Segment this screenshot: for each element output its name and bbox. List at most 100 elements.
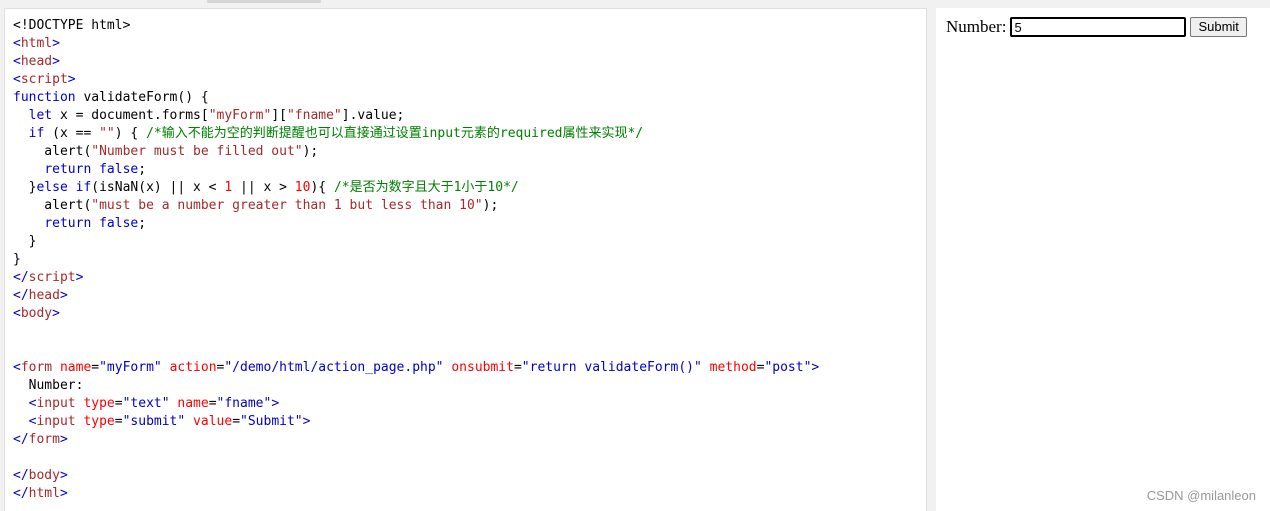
code-token: ) { [114, 126, 147, 141]
code-line: alert("must be a number greater than 1 b… [13, 197, 926, 215]
code-token: > [59, 288, 68, 303]
code-token: form [28, 432, 60, 447]
code-token: (isNaN(x) || x < [91, 180, 225, 195]
demo-form: Number: Submit [946, 17, 1247, 37]
code-token: "Submit" [240, 414, 303, 429]
code-token: return [44, 216, 92, 231]
code-token: type [83, 396, 115, 411]
code-token: 1 [224, 180, 233, 195]
code-token: = [114, 396, 123, 411]
code-token: name [177, 396, 209, 411]
fname-input[interactable] [1010, 17, 1187, 37]
code-line: </script> [13, 269, 926, 287]
code-token: action [169, 360, 217, 375]
code-token: </ [13, 288, 29, 303]
code-token: Number: [13, 378, 84, 393]
code-token: } [13, 234, 37, 249]
code-token: (x == [44, 126, 100, 141]
code-token: > [52, 36, 60, 51]
code-token: ; [138, 162, 147, 177]
code-token: > [59, 432, 68, 447]
code-token: script [20, 72, 68, 87]
code-line: </html> [13, 485, 926, 503]
code-token: > [52, 306, 60, 321]
code-token: || x > [232, 180, 295, 195]
code-token: </ [13, 270, 29, 285]
code-token: </ [13, 486, 29, 501]
result-panel: Number: Submit CSDN @milanleon [936, 8, 1270, 511]
code-token: > [811, 360, 820, 375]
code-token: "return validateForm()" [521, 360, 702, 375]
code-line: </head> [13, 287, 926, 305]
code-token: x = document.forms[ [52, 108, 209, 123]
code-token: alert( [13, 198, 92, 213]
code-token: "myForm" [208, 108, 272, 123]
code-line: return false; [13, 161, 926, 179]
submit-button[interactable]: Submit [1190, 17, 1247, 37]
code-line: <form name="myForm" action="/demo/html/a… [13, 359, 926, 377]
code-line: <input type="submit" value="Submit"> [13, 413, 926, 431]
number-label: Number: [946, 17, 1007, 36]
code-content[interactable]: <!DOCTYPE html> <html> <head> <script> funct… [5, 9, 926, 503]
code-line: return false; [13, 215, 926, 233]
code-token: /*是否为数字且大于1小于10*/ [333, 180, 519, 195]
code-token: form [20, 360, 53, 375]
code-token: ); [302, 144, 319, 159]
code-token: < [13, 360, 21, 375]
code-token: "" [99, 126, 115, 141]
code-token: type [83, 414, 115, 429]
code-token: body [28, 468, 60, 483]
code-token: } [13, 252, 21, 267]
code-token: = [114, 414, 123, 429]
code-token: false [99, 162, 139, 177]
code-line: <!DOCTYPE html> [13, 17, 926, 35]
code-line: let x = document.forms["myForm"]["fname"… [13, 107, 926, 125]
code-token: ){ [310, 180, 334, 195]
panel-splitter[interactable] [927, 8, 936, 511]
code-token: = [513, 360, 522, 375]
code-line: <html> [13, 35, 926, 53]
code-token: = [208, 396, 217, 411]
code-token: = [91, 360, 100, 375]
code-token: let [28, 108, 53, 123]
code-token: "/demo/html/action_page.php" [224, 360, 444, 375]
code-line: </form> [13, 431, 926, 449]
code-token: > [75, 270, 84, 285]
code-token: /*输入不能为空的判断提醒也可以直接通过设置input元素的required属性… [146, 126, 644, 141]
code-token: < [13, 72, 21, 87]
code-token: > [52, 54, 60, 69]
code-token: "Number must be filled out" [91, 144, 303, 159]
code-editor[interactable]: <!DOCTYPE html> <html> <head> <script> funct… [4, 8, 927, 511]
code-token: </ [13, 468, 29, 483]
code-token: function [13, 90, 76, 105]
code-token: > [271, 396, 280, 411]
code-line: <script> [13, 71, 926, 89]
code-token: "fname" [216, 396, 272, 411]
code-token: "fname" [286, 108, 342, 123]
code-token: validateForm() { [75, 90, 209, 105]
code-line: } [13, 251, 926, 269]
code-token: head [28, 288, 60, 303]
code-line: if (x == "") { /*输入不能为空的判断提醒也可以直接通过设置inp… [13, 125, 926, 143]
code-token: </ [13, 432, 29, 447]
code-token: html [20, 36, 53, 51]
code-line: Number: [13, 377, 926, 395]
code-token: > [59, 486, 68, 501]
code-line: }else if(isNaN(x) || x < 1 || x > 10){ /… [13, 179, 926, 197]
code-token: = [232, 414, 241, 429]
code-line: } [13, 233, 926, 251]
code-token: < [13, 306, 21, 321]
code-token: ].value; [341, 108, 405, 123]
code-token: false [99, 216, 139, 231]
code-token: alert( [13, 144, 92, 159]
code-token: 10 [294, 180, 311, 195]
code-token: input [36, 396, 76, 411]
